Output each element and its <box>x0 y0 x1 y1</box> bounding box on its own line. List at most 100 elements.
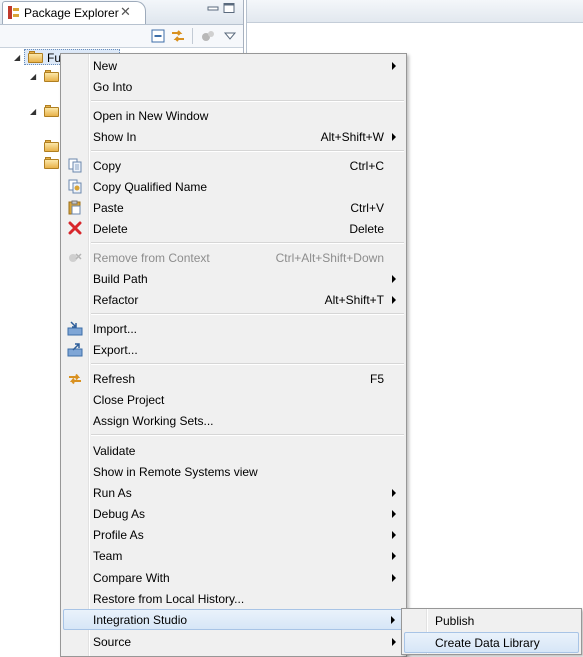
menu-item-copy-qualified-name[interactable]: Copy Qualified Name <box>63 176 404 197</box>
menu-item-label: Profile As <box>93 528 144 542</box>
menu-item-label: Go Into <box>93 80 133 94</box>
menu-item-export[interactable]: Export... <box>63 339 404 360</box>
export-icon <box>67 343 83 357</box>
submenu-arrow-icon <box>392 296 396 304</box>
menu-item-copy[interactable]: Copy Ctrl+C <box>63 155 404 176</box>
menu-item-profile-as[interactable]: Profile As <box>63 524 404 545</box>
menu-item-shortcut: F5 <box>369 372 384 386</box>
submenu-item-label: Publish <box>435 614 475 628</box>
menu-item-label: Paste <box>93 201 124 215</box>
project-node-label: Fu <box>47 51 62 65</box>
maximize-icon[interactable] <box>223 3 235 13</box>
menu-item-validate[interactable]: Validate <box>63 440 404 461</box>
tree-node[interactable]: ◢ <box>30 68 60 86</box>
menu-separator <box>91 100 404 102</box>
menu-item-open-in-new-window[interactable]: Open in New Window <box>63 105 404 126</box>
menu-item-close-project[interactable]: Close Project <box>63 389 404 410</box>
collapse-all-icon[interactable] <box>150 28 166 44</box>
menu-item-new[interactable]: New <box>63 55 404 76</box>
view-menu-icon[interactable] <box>222 28 238 44</box>
menu-item-shortcut: Ctrl+V <box>350 201 384 215</box>
menu-item-label: Open in New Window <box>93 109 209 123</box>
submenu-arrow-icon <box>392 275 396 283</box>
package-explorer-tab[interactable]: Package Explorer ✕ <box>2 1 146 24</box>
menu-item-label: Refresh <box>93 372 136 386</box>
menu-item-compare-with[interactable]: Compare With <box>63 567 404 588</box>
menu-item-label: Integration Studio <box>93 613 188 627</box>
menu-item-remove-from-context: Remove from Context Ctrl+Alt+Shift+Down <box>63 247 404 268</box>
menu-item-shortcut: Delete <box>349 222 384 236</box>
submenu-arrow-icon <box>392 510 396 518</box>
menu-item-build-path[interactable]: Build Path <box>63 268 404 289</box>
menu-item-shortcut: Ctrl+Alt+Shift+Down <box>275 251 384 265</box>
menu-separator <box>91 363 404 365</box>
menu-item-label: Run As <box>93 486 132 500</box>
menu-item-show-in[interactable]: Show In Alt+Shift+W <box>63 126 404 147</box>
submenu-arrow-icon <box>392 133 396 141</box>
menu-item-show-in-remote-systems-view[interactable]: Show in Remote Systems view <box>63 461 404 482</box>
delete-icon <box>68 221 82 235</box>
copy-icon <box>68 158 82 173</box>
submenu-arrow-icon <box>392 531 396 539</box>
submenu-item-publish[interactable]: Publish <box>404 610 579 631</box>
integration-studio-submenu: Publish Create Data Library <box>401 608 582 655</box>
tree-node[interactable]: ◢ <box>30 103 60 121</box>
menu-item-shortcut: Ctrl+C <box>349 159 384 173</box>
menu-item-label: Restore from Local History... <box>93 592 245 606</box>
menu-item-label: Debug As <box>93 507 146 521</box>
menu-item-label: Team <box>93 549 123 563</box>
submenu-arrow-icon <box>392 574 396 582</box>
folder-icon <box>44 105 59 117</box>
package-explorer-title: Package Explorer <box>24 6 119 20</box>
menu-item-label: Delete <box>93 222 128 236</box>
folder-icon <box>44 140 59 152</box>
expand-twisty[interactable]: ◢ <box>30 72 36 81</box>
menu-separator <box>91 150 404 152</box>
menu-separator <box>91 313 404 315</box>
menu-item-restore-from-local-history[interactable]: Restore from Local History... <box>63 588 404 609</box>
submenu-arrow-icon <box>392 552 396 560</box>
project-folder-icon <box>28 51 43 63</box>
menu-item-integration-studio[interactable]: Integration Studio <box>63 609 404 630</box>
folder-icon <box>44 157 59 169</box>
menu-item-run-as[interactable]: Run As <box>63 482 404 503</box>
menu-item-label: Source <box>93 635 132 649</box>
tree-node[interactable] <box>44 155 60 173</box>
menu-item-paste[interactable]: Paste Ctrl+V <box>63 197 404 218</box>
menu-item-refactor[interactable]: Refactor Alt+Shift+T <box>63 289 404 310</box>
menu-item-team[interactable]: Team <box>63 545 404 566</box>
menu-item-label: Copy Qualified Name <box>93 180 208 194</box>
submenu-arrow-icon <box>392 489 396 497</box>
menu-item-label: Copy <box>93 159 122 173</box>
menu-item-label: Show in Remote Systems view <box>93 465 258 479</box>
submenu-item-label: Create Data Library <box>435 636 540 650</box>
menu-item-go-into[interactable]: Go Into <box>63 76 404 97</box>
menu-item-debug-as[interactable]: Debug As <box>63 503 404 524</box>
menu-item-import[interactable]: Import... <box>63 318 404 339</box>
import-icon <box>67 321 83 336</box>
menu-item-label: Show In <box>93 130 137 144</box>
submenu-arrow-icon <box>391 616 395 624</box>
copy-qualified-name-icon <box>68 179 82 194</box>
package-explorer-icon <box>8 6 19 19</box>
menu-item-delete[interactable]: Delete Delete <box>63 218 404 239</box>
link-with-editor-icon[interactable] <box>170 28 186 44</box>
menu-item-refresh[interactable]: Refresh F5 <box>63 368 404 389</box>
menu-item-label: Assign Working Sets... <box>93 414 214 428</box>
menu-item-label: Close Project <box>93 393 165 407</box>
context-menu: New Go Into Open in New Window Show In A… <box>60 53 407 657</box>
expand-twisty[interactable]: ◢ <box>14 53 20 62</box>
submenu-item-create-data-library[interactable]: Create Data Library <box>404 632 579 653</box>
menu-item-source[interactable]: Source <box>63 631 404 652</box>
close-icon[interactable]: ✕ <box>120 4 131 20</box>
focus-on-active-task-icon[interactable] <box>200 28 216 44</box>
view-tab-bar: Package Explorer ✕ <box>0 0 243 25</box>
expand-twisty[interactable]: ◢ <box>30 107 36 116</box>
menu-separator <box>91 434 404 436</box>
menu-item-assign-working-sets[interactable]: Assign Working Sets... <box>63 410 404 431</box>
refresh-icon <box>69 373 81 385</box>
toolbar-divider <box>192 28 193 44</box>
tree-node[interactable] <box>44 138 60 156</box>
menu-item-label: Export... <box>93 343 138 357</box>
minimize-icon[interactable] <box>207 3 219 13</box>
